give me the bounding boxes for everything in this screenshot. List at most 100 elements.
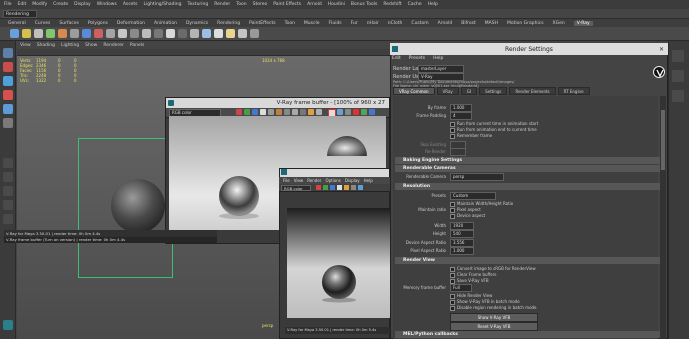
- workspace-select[interactable]: Rendering: [3, 10, 37, 18]
- red-channel-icon[interactable]: [236, 109, 242, 115]
- stop-render-icon[interactable]: [353, 109, 359, 115]
- section-render-view[interactable]: Render View: [395, 257, 665, 264]
- single-view-icon[interactable]: [3, 158, 13, 168]
- renderable-camera-select[interactable]: persp: [450, 173, 504, 181]
- frame-padding-field[interactable]: 4: [450, 112, 472, 120]
- displacement-icon[interactable]: [154, 29, 163, 38]
- shelf-tab[interactable]: nCloth: [388, 21, 403, 26]
- shelf-tab[interactable]: Custom: [411, 21, 428, 26]
- menu-modify[interactable]: Modify: [32, 2, 47, 7]
- rect-light-icon[interactable]: [226, 29, 235, 38]
- menu-help[interactable]: Help: [428, 2, 438, 7]
- disable-region-batch-checkbox[interactable]: Disable region rendering in batch mode: [450, 305, 537, 311]
- vfb2-red-channel-icon[interactable]: [316, 185, 321, 190]
- menu-texturing[interactable]: Texturing: [187, 2, 208, 7]
- tab-gi[interactable]: GI: [460, 87, 478, 95]
- width-field[interactable]: 1920: [450, 222, 474, 230]
- shelf-tab[interactable]: Arnold: [438, 21, 453, 26]
- shelf-tab[interactable]: PaintEffects: [249, 21, 275, 26]
- vfb2-green-channel-icon[interactable]: [323, 185, 328, 190]
- menu-cache[interactable]: Cache: [408, 2, 422, 7]
- menu-paint-effects[interactable]: Paint Effects: [273, 2, 301, 7]
- shelf-tab[interactable]: Curves: [35, 21, 51, 26]
- shelf-tab[interactable]: Fur: [351, 21, 358, 26]
- shelf-tab[interactable]: Rendering: [217, 21, 240, 26]
- run-end-checkbox[interactable]: Run from animation end to current time: [450, 127, 537, 133]
- section-resolution[interactable]: Resolution: [395, 183, 665, 190]
- scale-tool-icon[interactable]: [3, 118, 13, 128]
- vrscene-icon[interactable]: [82, 29, 91, 38]
- menu-lighting[interactable]: Lighting/Shading: [143, 2, 181, 7]
- tab-vray[interactable]: VRay: [436, 87, 459, 95]
- side-by-side-icon[interactable]: [3, 186, 13, 196]
- shelf-tab[interactable]: Toon: [285, 21, 295, 26]
- sky-icon[interactable]: [142, 29, 151, 38]
- proxy-icon[interactable]: [70, 29, 79, 38]
- section-mel-callbacks[interactable]: MEL/Python callbacks: [395, 331, 665, 338]
- viewport-menu-lighting[interactable]: Lighting: [61, 43, 79, 48]
- rs-menu-help[interactable]: Help: [433, 56, 443, 61]
- section-baking[interactable]: Baking Engine Settings: [395, 157, 665, 164]
- shelf-tab[interactable]: Surfaces: [59, 21, 79, 26]
- render-region-icon[interactable]: [308, 109, 314, 115]
- start-render-icon[interactable]: [361, 109, 367, 115]
- shelf-tab[interactable]: Motion Graphics: [507, 21, 544, 26]
- rs-menu-edit[interactable]: Edit: [392, 56, 401, 61]
- viewport-menu-view[interactable]: View: [20, 43, 31, 48]
- vfb2-channel-select[interactable]: RGB color: [281, 185, 311, 191]
- reset-vfb-button[interactable]: Reset V-Ray VFB: [450, 322, 538, 331]
- menu-windows[interactable]: Windows: [97, 2, 117, 7]
- menu-stereo[interactable]: Stereo: [253, 2, 268, 7]
- tab-rt-engine[interactable]: RT Engine: [557, 87, 590, 95]
- load-image-icon[interactable]: [284, 109, 290, 115]
- shelf-tab[interactable]: Muscle: [304, 21, 320, 26]
- shelf-tab[interactable]: Fluids: [329, 21, 342, 26]
- interactive-render-icon[interactable]: [369, 109, 375, 115]
- close-icon[interactable]: ✕: [659, 46, 664, 53]
- menu-display[interactable]: Display: [74, 2, 91, 7]
- vfb2-menu-help[interactable]: Help: [364, 178, 373, 183]
- viewport-menu-panels[interactable]: Panels: [130, 43, 144, 48]
- shelf-tab[interactable]: Bifrost: [461, 21, 476, 26]
- viewport-menu-show[interactable]: Show: [85, 43, 97, 48]
- menu-create[interactable]: Create: [53, 2, 68, 7]
- tab-vray-common[interactable]: VRay Common: [393, 87, 435, 95]
- menu-file[interactable]: File: [4, 2, 12, 7]
- vfb2-save-icon[interactable]: [344, 185, 349, 190]
- vfb-title-bar[interactable]: V-Ray frame buffer - [100% of 960 x 27: [166, 98, 389, 108]
- clear-image-icon[interactable]: [292, 109, 298, 115]
- save-image-icon[interactable]: [276, 109, 282, 115]
- remember-frame-checkbox[interactable]: Remember frame: [450, 133, 492, 139]
- menu-toon[interactable]: Toon: [236, 2, 246, 7]
- render-settings-title-bar[interactable]: Render Settings: [390, 43, 668, 55]
- pixel-aspect-field[interactable]: 1.000: [450, 247, 474, 255]
- shelf-tab[interactable]: General: [8, 21, 26, 26]
- four-view-icon[interactable]: [3, 172, 13, 182]
- device-aspect-radio[interactable]: Device aspect: [450, 213, 485, 219]
- save-vfb-checkbox[interactable]: Save V-Ray VFB: [450, 278, 489, 284]
- mono-icon[interactable]: [268, 109, 274, 115]
- presets-select[interactable]: Custom: [450, 192, 496, 200]
- viewport-menu-shading[interactable]: Shading: [37, 43, 55, 48]
- shelf-tab-vray[interactable]: V-Ray: [573, 20, 593, 26]
- shelf-tab[interactable]: MASH: [485, 21, 498, 26]
- vfb2-rendered-image[interactable]: [287, 208, 390, 318]
- scene-icon[interactable]: [250, 29, 259, 38]
- hide-render-view-checkbox[interactable]: Hide Render View: [450, 293, 492, 299]
- menu-edit[interactable]: Edit: [18, 2, 27, 7]
- paint-select-icon[interactable]: [3, 76, 13, 86]
- rotate-tool-icon[interactable]: [3, 104, 13, 114]
- show-vfb-button[interactable]: Show V-Ray VFB: [450, 313, 538, 322]
- modeling-toolkit-tab-icon[interactable]: [672, 90, 684, 102]
- memory-fb-select[interactable]: Full: [450, 284, 472, 292]
- render-layer-select[interactable]: masterLayer: [418, 65, 464, 73]
- re-render-field[interactable]: [450, 148, 466, 156]
- alpha-channel-icon[interactable]: [260, 109, 266, 115]
- vfb2-alpha-icon[interactable]: [337, 185, 342, 190]
- sphere-icon[interactable]: [34, 29, 43, 38]
- device-aspect-field[interactable]: 3.556: [450, 239, 474, 247]
- shelf-tab[interactable]: Deformation: [117, 21, 145, 26]
- tab-render-elements[interactable]: Render Elements: [509, 87, 556, 95]
- vfb2-menu-options[interactable]: Options: [325, 178, 340, 183]
- section-cameras[interactable]: Renderable Cameras: [395, 165, 665, 172]
